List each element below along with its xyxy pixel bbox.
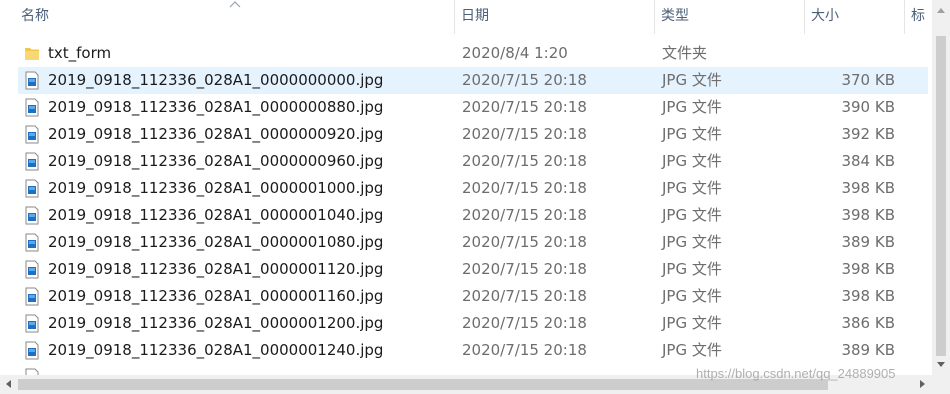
list-item[interactable]: 2019_0918_112336_028A1_0000001200.jpg 20…: [18, 310, 928, 337]
list-item[interactable]: 2019_0918_112336_028A1_0000000880.jpg 20…: [18, 94, 928, 121]
file-date: 2020/7/15 20:18: [462, 206, 587, 224]
file-name: 2019_0918_112336_028A1_0000000880.jpg: [48, 98, 384, 116]
file-type: JPG 文件: [662, 71, 722, 89]
list-item[interactable]: 2019_0918_112336_028A1_0000001000.jpg 20…: [18, 175, 928, 202]
file-date: 2020/7/15 20:18: [462, 98, 587, 116]
file-type: 文件夹: [662, 44, 708, 62]
column-header-size-label: 大小: [811, 8, 839, 24]
file-type: JPG 文件: [662, 179, 722, 197]
file-name: 2019_0918_112336_028A1_0000001120.jpg: [48, 260, 384, 278]
jpg-file-icon: [25, 179, 39, 198]
column-header-type-label: 类型: [661, 8, 689, 24]
column-header-date[interactable]: 日期: [455, 0, 655, 34]
list-item[interactable]: txt_form 2020/8/4 1:20 文件夹: [18, 40, 928, 67]
file-type: JPG 文件: [662, 152, 722, 170]
jpg-file-icon: [25, 287, 39, 306]
file-date: 2020/8/4 1:20: [462, 44, 568, 62]
file-type: JPG 文件: [662, 98, 722, 116]
file-name: 2019_0918_112336_028A1_0000001000.jpg: [48, 179, 384, 197]
file-type: JPG 文件: [662, 125, 722, 143]
file-size: 389 KB: [841, 233, 895, 251]
column-header-name-label: 名称: [21, 8, 49, 24]
file-date: 2020/7/15 20:18: [462, 125, 587, 143]
file-type: JPG 文件: [662, 287, 722, 305]
list-item[interactable]: 2019_0918_112336_028A1_0000000960.jpg 20…: [18, 148, 928, 175]
file-size: 392 KB: [841, 125, 895, 143]
list-item[interactable]: 2019_0918_112336_028A1_0000001080.jpg 20…: [18, 229, 928, 256]
folder-icon: [25, 48, 39, 60]
file-name: txt_form: [48, 44, 112, 62]
file-date: 2020/7/15 20:18: [462, 260, 587, 278]
scrollbar-corner: [932, 375, 950, 394]
file-type: JPG 文件: [662, 341, 722, 359]
jpg-file-icon: [25, 341, 39, 360]
column-header: 名称 日期 类型 大小 标: [0, 0, 932, 34]
file-name: 2019_0918_112336_028A1_0000001080.jpg: [48, 233, 384, 251]
list-item[interactable]: 2019_0918_112336_028A1_0000001160.jpg 20…: [18, 283, 928, 310]
file-date: 2020/7/15 20:18: [462, 287, 587, 305]
file-type: JPG 文件: [662, 314, 722, 332]
vertical-scroll-thumb[interactable]: [936, 36, 946, 356]
file-type: JPG 文件: [662, 260, 722, 278]
scroll-left-icon[interactable]: [6, 380, 11, 388]
scroll-up-icon[interactable]: [937, 8, 945, 13]
file-name: 2019_0918_112336_028A1_0000001160.jpg: [48, 287, 384, 305]
file-size: 390 KB: [841, 98, 895, 116]
jpg-file-icon: [25, 314, 39, 333]
file-size: [775, 40, 895, 67]
watermark-text: https://blog.csdn.net/qq_24889905: [696, 366, 896, 381]
column-header-size[interactable]: 大小: [805, 0, 905, 34]
file-name: 2019_0918_112336_028A1_0000001040.jpg: [48, 206, 384, 224]
file-date: 2020/7/15 20:18: [462, 179, 587, 197]
list-item[interactable]: 2019_0918_112336_028A1_0000001120.jpg 20…: [18, 256, 928, 283]
file-date: 2020/7/15 20:18: [462, 152, 587, 170]
column-header-tag-label: 标: [911, 8, 925, 24]
file-size: 398 KB: [841, 260, 895, 278]
jpg-file-icon: [25, 233, 39, 252]
jpg-file-icon: [25, 368, 39, 375]
file-type: JPG 文件: [662, 206, 722, 224]
list-item[interactable]: 2019_0918_112336_028A1_0000001240.jpg 20…: [18, 337, 928, 364]
column-header-type[interactable]: 类型: [655, 0, 805, 34]
jpg-file-icon: [25, 206, 39, 225]
list-item[interactable]: 2019_0918_112336_028A1_0000000920.jpg 20…: [18, 121, 928, 148]
file-size: 370 KB: [841, 71, 895, 89]
list-item[interactable]: 2019_0918_112336_028A1_0000000000.jpg 20…: [18, 67, 928, 94]
file-size: 386 KB: [841, 314, 895, 332]
sort-ascending-icon: [229, 1, 241, 8]
file-name: 2019_0918_112336_028A1_0000001240.jpg: [48, 341, 384, 359]
jpg-file-icon: [25, 125, 39, 144]
scroll-right-icon[interactable]: [920, 380, 925, 388]
scroll-down-icon[interactable]: [937, 362, 945, 367]
vertical-scrollbar[interactable]: [932, 0, 950, 375]
jpg-file-icon: [25, 260, 39, 279]
list-item[interactable]: 2019_0918_112336_028A1_0000001040.jpg 20…: [18, 202, 928, 229]
file-name: 2019_0918_112336_028A1_0000000920.jpg: [48, 125, 384, 143]
file-date: 2020/7/15 20:18: [462, 314, 587, 332]
file-name: 2019_0918_112336_028A1_0000001200.jpg: [48, 314, 384, 332]
jpg-file-icon: [25, 71, 39, 90]
file-date: 2020/7/15 20:18: [462, 341, 587, 359]
jpg-file-icon: [25, 152, 39, 171]
file-date: 2020/7/15 20:18: [462, 233, 587, 251]
column-header-tag[interactable]: 标: [905, 0, 932, 34]
file-date: 2020/7/15 20:18: [462, 71, 587, 89]
file-type: JPG 文件: [662, 233, 722, 251]
file-size: 398 KB: [841, 287, 895, 305]
jpg-file-icon: [25, 98, 39, 117]
file-name: 2019_0918_112336_028A1_0000000960.jpg: [48, 152, 384, 170]
file-size: 384 KB: [841, 152, 895, 170]
file-name: 2019_0918_112336_028A1_0000000000.jpg: [48, 71, 384, 89]
file-size: 389 KB: [841, 341, 895, 359]
column-header-date-label: 日期: [461, 8, 489, 24]
file-size: 398 KB: [841, 206, 895, 224]
file-size: 398 KB: [841, 179, 895, 197]
